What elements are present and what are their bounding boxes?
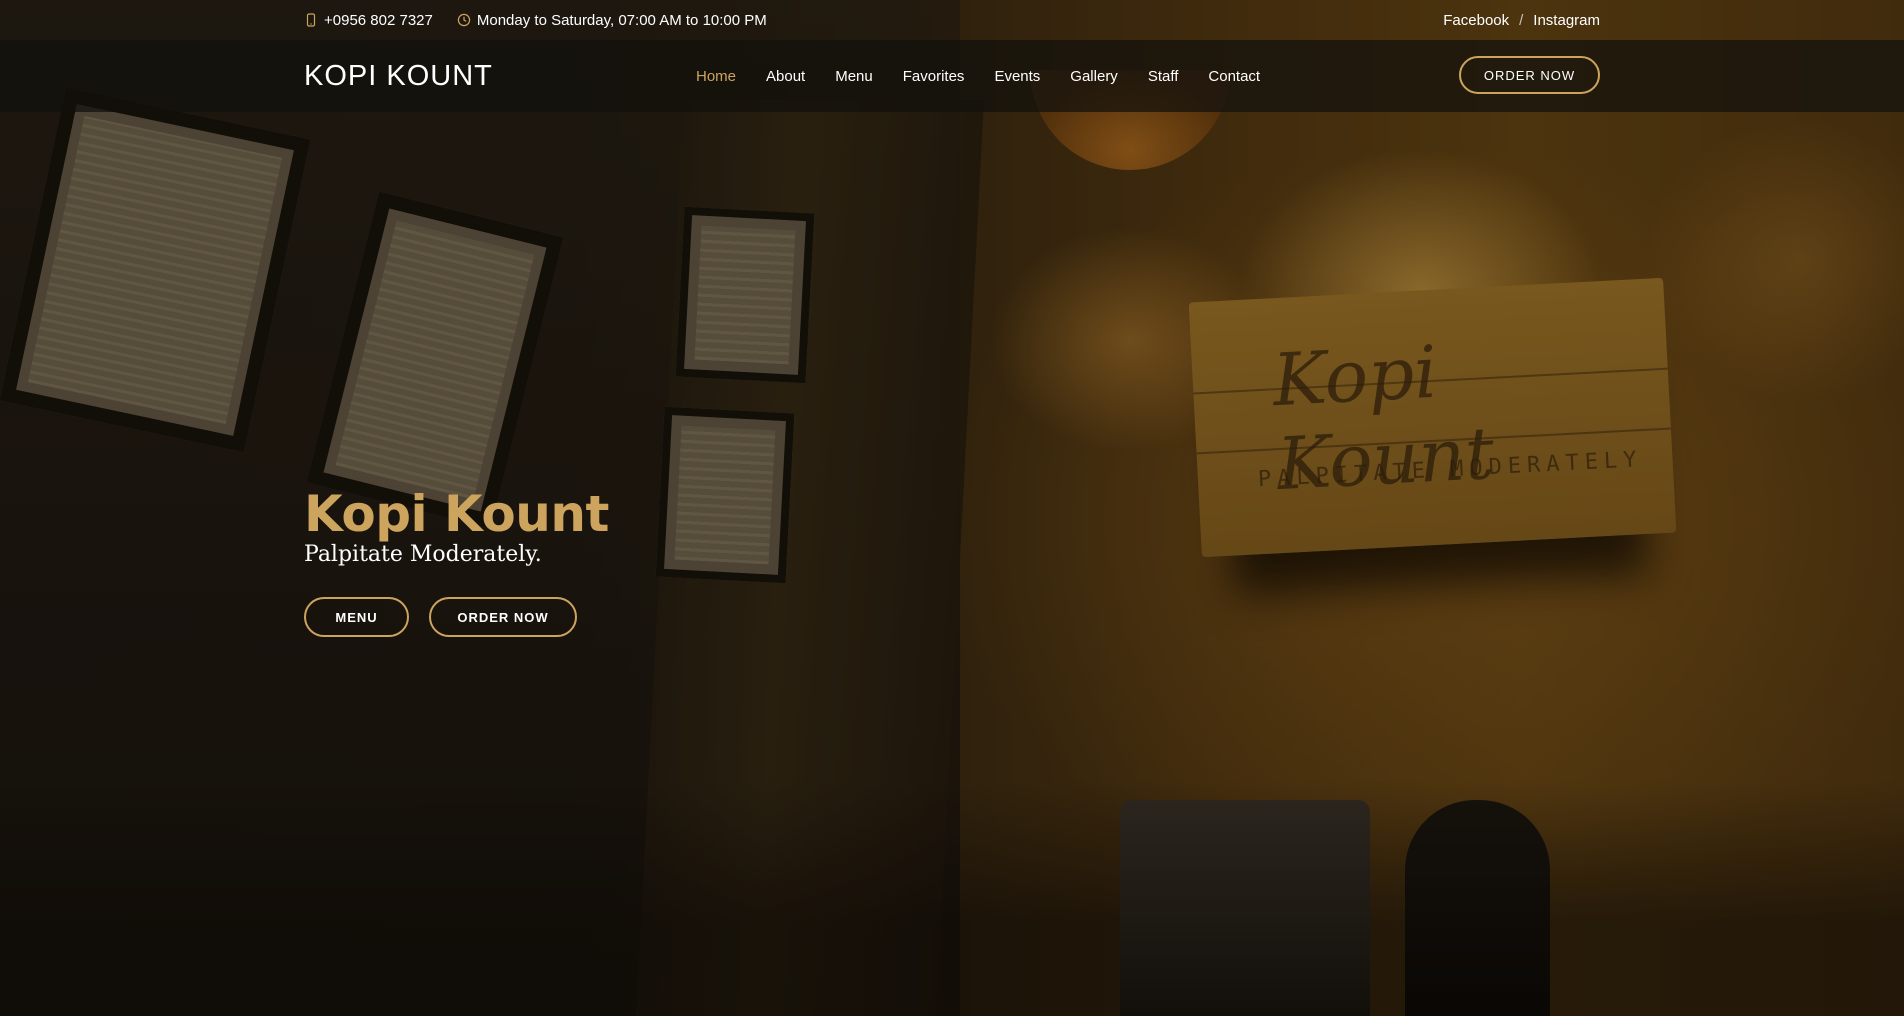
hero-buttons: MENU ORDER NOW xyxy=(304,597,609,637)
nav-gallery[interactable]: Gallery xyxy=(1070,68,1118,85)
top-bar: +0956 802 7327 Monday to Saturday, 07:00… xyxy=(0,0,1904,40)
opening-hours: Monday to Saturday, 07:00 AM to 10:00 PM xyxy=(476,11,767,29)
contact-info: +0956 802 7327 Monday to Saturday, 07:00… xyxy=(304,12,767,29)
phone-info: +0956 802 7327 xyxy=(304,12,433,29)
phone-number: +0956 802 7327 xyxy=(324,11,433,29)
main-nav: Home About Menu Favorites Events Gallery… xyxy=(696,68,1260,85)
hero-content: Kopi Kount Palpitate Moderately. MENU OR… xyxy=(304,480,609,637)
hours-info: Monday to Saturday, 07:00 AM to 10:00 PM xyxy=(457,12,767,29)
clock-icon xyxy=(457,13,471,27)
dark-overlay xyxy=(0,0,1904,1016)
social-links: Facebook / Instagram xyxy=(1443,12,1600,29)
facebook-link[interactable]: Facebook xyxy=(1443,12,1509,29)
header-order-button[interactable]: ORDER NOW xyxy=(1459,56,1600,94)
nav-events[interactable]: Events xyxy=(994,68,1040,85)
hero-menu-button[interactable]: MENU xyxy=(304,597,409,637)
hero-background: Kopi Kount PALPITATE MODERATELY xyxy=(0,0,1904,1016)
nav-menu[interactable]: Menu xyxy=(835,68,873,85)
nav-contact[interactable]: Contact xyxy=(1208,68,1260,85)
site-header: KOPI KOUNT Home About Menu Favorites Eve… xyxy=(0,40,1904,112)
nav-home[interactable]: Home xyxy=(696,68,736,85)
hero-order-button[interactable]: ORDER NOW xyxy=(429,597,577,637)
instagram-link[interactable]: Instagram xyxy=(1533,12,1600,29)
social-separator: / xyxy=(1519,11,1524,29)
nav-staff[interactable]: Staff xyxy=(1148,68,1179,85)
nav-about[interactable]: About xyxy=(766,68,805,85)
hero-title: Kopi Kount xyxy=(304,485,609,543)
site-logo[interactable]: KOPI KOUNT xyxy=(304,60,696,93)
phone-icon xyxy=(304,13,318,27)
nav-favorites[interactable]: Favorites xyxy=(903,68,965,85)
